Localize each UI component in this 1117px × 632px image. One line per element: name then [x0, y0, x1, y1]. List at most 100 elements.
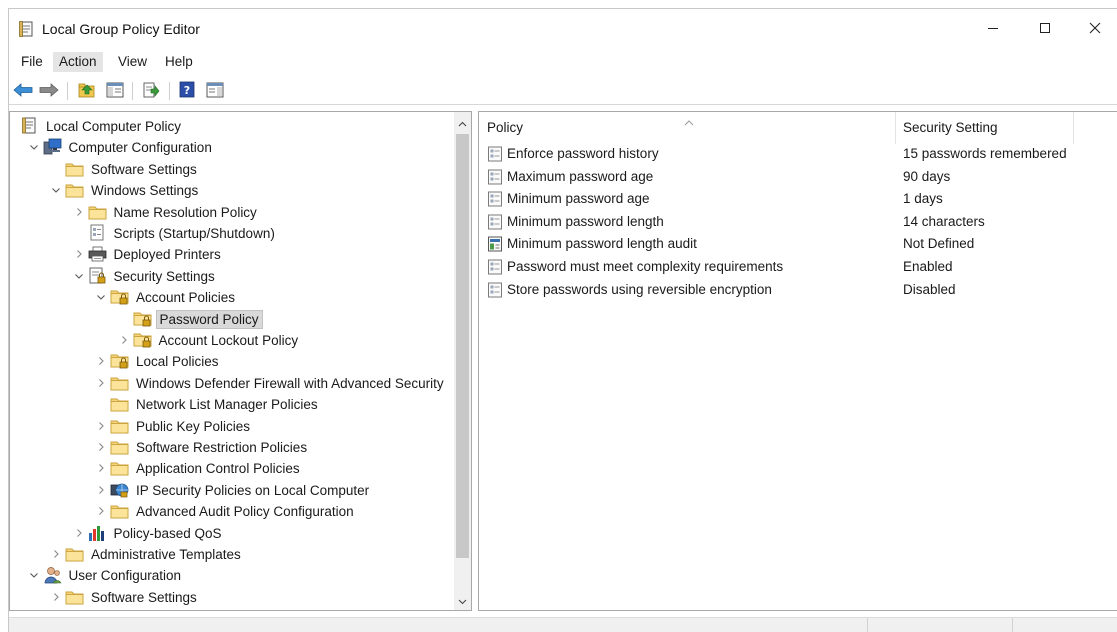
chevron-right-icon[interactable]: [95, 355, 107, 367]
chevron-right-icon[interactable]: [50, 548, 62, 560]
tree-node[interactable]: Computer Configuration: [10, 137, 450, 158]
list-row[interactable]: Store passwords using reversible encrypt…: [479, 279, 1117, 301]
toolbar: ?: [9, 77, 1117, 105]
chevron-right-icon[interactable]: [118, 334, 130, 346]
export-list-icon: [142, 82, 160, 101]
chevron-right-icon[interactable]: [73, 527, 85, 539]
help-button[interactable]: ?: [176, 80, 198, 102]
tree-node[interactable]: Policy-based QoS: [10, 523, 450, 544]
show-hide-action-pane-button[interactable]: [204, 80, 226, 102]
audit-setting-icon: [487, 236, 503, 252]
chevron-down-icon[interactable]: [50, 184, 62, 196]
locked-folder-icon: [133, 310, 152, 328]
tree-node[interactable]: Public Key Policies: [10, 416, 450, 437]
up-folder-icon: [78, 82, 96, 101]
scroll-up-button[interactable]: [454, 114, 471, 131]
tree-node[interactable]: Deployed Printers: [10, 244, 450, 265]
chevron-right-icon[interactable]: [73, 248, 85, 260]
chevron-right-icon[interactable]: [95, 377, 107, 389]
menu-help[interactable]: Help: [159, 52, 199, 72]
locked-folder-icon: [110, 288, 129, 306]
tree-node[interactable]: Software Restriction Policies: [10, 437, 450, 458]
policy-setting-icon: [487, 146, 503, 162]
chevron-right-icon[interactable]: [73, 206, 85, 218]
tree-node[interactable]: Name Resolution Policy: [10, 202, 450, 223]
close-icon: [1089, 22, 1101, 37]
chevron-down-icon[interactable]: [28, 141, 40, 153]
console-tree[interactable]: Local Computer Policy Computer Configurat…: [9, 111, 472, 611]
tree-node[interactable]: Windows Settings: [10, 180, 450, 201]
minimize-button[interactable]: [969, 9, 1017, 49]
scroll-down-button[interactable]: [454, 592, 471, 609]
policy-doc-icon: [20, 117, 39, 135]
tree-node[interactable]: Administrative Templates: [10, 544, 450, 565]
column-header-security-setting[interactable]: Security Setting: [896, 112, 1074, 144]
export-list-button[interactable]: [140, 80, 162, 102]
column-header-policy[interactable]: Policy: [479, 112, 896, 144]
tree-node-label: IP Security Policies on Local Computer: [136, 482, 370, 498]
chevron-right-icon[interactable]: [95, 462, 107, 474]
maximize-button[interactable]: [1021, 9, 1069, 49]
list-row[interactable]: Maximum password age 90 days: [479, 166, 1117, 188]
chevron-down-icon[interactable]: [95, 291, 107, 303]
back-icon: [13, 82, 33, 100]
title-bar[interactable]: Local Group Policy Editor: [9, 9, 1117, 49]
tree-node[interactable]: Software Settings: [10, 587, 450, 608]
menu-action[interactable]: Action: [53, 52, 103, 72]
policy-name: Password must meet complexity requiremen…: [507, 259, 784, 274]
list-row[interactable]: Minimum password age 1 days: [479, 188, 1117, 210]
status-bar: [9, 617, 1117, 632]
menu-file[interactable]: File: [15, 52, 49, 72]
policy-setting-icon: [487, 282, 503, 298]
tree-node[interactable]: Account Policies: [10, 287, 450, 308]
forward-button[interactable]: [38, 80, 60, 102]
printer-icon: [88, 245, 107, 263]
tree-node[interactable]: IP Security Policies on Local Computer: [10, 480, 450, 501]
chevron-right-icon[interactable]: [95, 420, 107, 432]
tree-node[interactable]: Network List Manager Policies: [10, 394, 450, 415]
list-row[interactable]: Minimum password length 14 characters: [479, 211, 1117, 233]
tree-node[interactable]: Local Policies: [10, 351, 450, 372]
chevron-down-icon[interactable]: [73, 270, 85, 282]
tree-node-label: Local Computer Policy: [46, 119, 182, 134]
menu-view[interactable]: View: [112, 52, 153, 72]
chevron-down-icon: [458, 593, 467, 608]
tree-node[interactable]: Security Settings: [10, 266, 450, 287]
list-row[interactable]: Password must meet complexity requiremen…: [479, 256, 1117, 278]
tree-node-label: Windows Settings: [91, 183, 199, 199]
locked-folder-icon: [110, 352, 129, 370]
chevron-right-icon[interactable]: [95, 505, 107, 517]
tree-node[interactable]: Application Control Policies: [10, 458, 450, 479]
close-button[interactable]: [1071, 9, 1117, 49]
tree-node-label: Password Policy: [155, 309, 263, 329]
scrollbar-thumb[interactable]: [456, 134, 469, 558]
list-row[interactable]: Enforce password history 15 passwords rem…: [479, 143, 1117, 165]
tree-node[interactable]: User Configuration: [10, 565, 450, 586]
back-button[interactable]: [12, 80, 34, 102]
up-one-level-button[interactable]: [76, 80, 98, 102]
tree-node[interactable]: Software Settings: [10, 159, 450, 180]
tree-node[interactable]: Windows Defender Firewall with Advanced …: [10, 373, 450, 394]
show-hide-console-tree-button[interactable]: [104, 80, 126, 102]
security-setting-value: Not Defined: [903, 236, 975, 252]
tree-node-label: Software Settings: [91, 161, 197, 177]
window-title: Local Group Policy Editor: [42, 21, 200, 37]
tree-node[interactable]: Local Computer Policy: [10, 116, 450, 137]
chevron-right-icon[interactable]: [95, 441, 107, 453]
chevron-right-icon[interactable]: [50, 591, 62, 603]
folder-icon: [88, 203, 107, 221]
list-row[interactable]: Minimum password length audit Not Defined: [479, 233, 1117, 255]
security-setting-value: Disabled: [903, 281, 956, 297]
tree-node[interactable]: Password Policy: [10, 309, 450, 330]
maximize-icon: [1039, 22, 1051, 37]
details-pane[interactable]: Policy Security Setting Enforce password…: [478, 111, 1117, 611]
tree-node[interactable]: Account Lockout Policy: [10, 330, 450, 351]
tree-node[interactable]: Advanced Audit Policy Configuration: [10, 501, 450, 522]
chevron-right-icon[interactable]: [95, 484, 107, 496]
tree-node-label: Account Policies: [136, 290, 236, 306]
chevron-down-icon[interactable]: [28, 569, 40, 581]
tree-node[interactable]: Scripts (Startup/Shutdown): [10, 223, 450, 244]
folder-icon: [110, 502, 129, 520]
security-setting-value: 14 characters: [903, 213, 985, 229]
tree-vertical-scrollbar[interactable]: [454, 112, 471, 610]
